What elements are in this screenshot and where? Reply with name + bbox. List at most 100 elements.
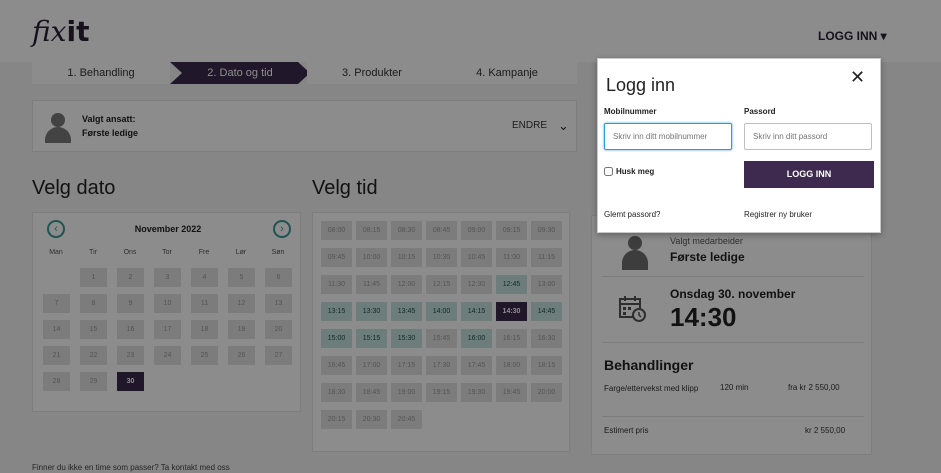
time-slot: 11:30 (321, 275, 352, 294)
forgot-password-link[interactable]: Glemt passord? (604, 210, 660, 219)
time-slot: 19:45 (496, 383, 527, 402)
time-slot: 16:45 (321, 356, 352, 375)
summary-employee-name: Første ledige (670, 250, 745, 264)
time-slot: 18:15 (531, 356, 562, 375)
time-slot: 19:30 (461, 383, 492, 402)
time-slot: 20:45 (391, 410, 422, 429)
fixit-logo[interactable]: fixit (32, 16, 89, 48)
time-slot: 16:15 (496, 329, 527, 348)
time-slot[interactable]: 14:15 (461, 302, 492, 321)
time-slot: 08:30 (391, 221, 422, 240)
person-icon (622, 236, 648, 270)
calendar-day: 8 (80, 294, 107, 313)
time-slot[interactable]: 12:45 (496, 275, 527, 294)
calendar-day: 5 (228, 268, 255, 287)
time-slot: 10:45 (461, 248, 492, 267)
time-heading: Velg tid (312, 177, 378, 199)
booking-steps: 1. Behandling 2. Dato og tid 3. Produkte… (32, 62, 577, 84)
calendar-clock-icon (619, 296, 646, 322)
step-produkter[interactable]: 3. Produkter (307, 62, 437, 84)
login-title: Logg inn (606, 75, 676, 95)
login-dialog: Logg inn ✕ Mobilnummer Passord Husk meg … (597, 58, 881, 233)
step-kampanje[interactable]: 4. Kampanje (437, 62, 577, 84)
calendar-day: 11 (191, 294, 218, 313)
divider (602, 276, 864, 277)
time-slot: 17:30 (426, 356, 457, 375)
calendar-day: 10 (154, 294, 181, 313)
calendar-day: 27 (265, 346, 292, 365)
summary-date: Onsdag 30. november (670, 287, 796, 301)
time-slot: 20:00 (531, 383, 562, 402)
step-behandling[interactable]: 1. Behandling (32, 62, 170, 84)
time-slot: 20:15 (321, 410, 352, 429)
phone-input[interactable] (604, 123, 732, 150)
time-slot: 18:30 (321, 383, 352, 402)
time-slot-selected[interactable]: 14:30 (496, 302, 527, 321)
time-slot[interactable]: 14:45 (531, 302, 562, 321)
calendar-day: 24 (154, 346, 181, 365)
time-slot: 17:45 (461, 356, 492, 375)
time-slot[interactable]: 16:00 (461, 329, 492, 348)
calendar-day-selected[interactable]: 30 (117, 372, 144, 391)
time-slot: 13:00 (531, 275, 562, 294)
calendar-day: 14 (43, 320, 70, 339)
login-submit-button[interactable]: LOGG INN (744, 161, 874, 188)
time-slot: 09:45 (321, 248, 352, 267)
time-slot: 11:15 (531, 248, 562, 267)
time-slot[interactable]: 15:00 (321, 329, 352, 348)
calendar-day: 28 (43, 372, 70, 391)
time-slot: 15:45 (426, 329, 457, 348)
time-slot[interactable]: 13:15 (321, 302, 352, 321)
register-link[interactable]: Registrer ny bruker (744, 210, 812, 219)
calendar-day: 19 (228, 320, 255, 339)
time-slot: 20:30 (356, 410, 387, 429)
booking-summary: Valgt medarbeider Første ledige Onsdag 3… (591, 215, 872, 455)
remember-me-label: Husk meg (616, 167, 655, 176)
next-month-icon[interactable]: › (273, 220, 291, 238)
time-slot[interactable]: 15:30 (391, 329, 422, 348)
calendar-day: 16 (117, 320, 144, 339)
selected-employee-box: Valgt ansatt: Første ledige ENDRE ⌄ (32, 100, 577, 152)
calendar-day: 4 (191, 268, 218, 287)
time-slot[interactable]: 15:15 (356, 329, 387, 348)
weekday-label: Fre (198, 249, 210, 256)
calendar-day: 7 (43, 294, 70, 313)
password-input[interactable] (744, 123, 872, 150)
calendar-day: 17 (154, 320, 181, 339)
time-slot[interactable]: 14:00 (426, 302, 457, 321)
close-icon[interactable]: ✕ (850, 67, 865, 88)
time-slot: 16:30 (531, 329, 562, 348)
change-employee-button[interactable]: ENDRE (512, 120, 547, 131)
employee-label: Valgt ansatt: (82, 114, 136, 124)
time-slot: 19:15 (426, 383, 457, 402)
step-dato-og-tid[interactable]: 2. Dato og tid (170, 62, 310, 84)
time-slot: 08:45 (426, 221, 457, 240)
site-header: fixit LOGG INN ▾ (0, 0, 941, 62)
time-slot[interactable]: 13:30 (356, 302, 387, 321)
time-slot: 12:00 (391, 275, 422, 294)
time-slot: 18:00 (496, 356, 527, 375)
login-menu-link[interactable]: LOGG INN ▾ (818, 29, 887, 43)
remember-me-checkbox[interactable]: Husk meg (604, 167, 654, 176)
calendar-month: November 2022 (134, 224, 202, 234)
phone-label: Mobilnummer (604, 107, 657, 116)
time-slot[interactable]: 13:45 (391, 302, 422, 321)
calendar-day: 20 (265, 320, 292, 339)
calendar-day: 13 (265, 294, 292, 313)
time-slot-grid: 08:00 08:15 08:30 08:45 09:00 09:15 09:30 09:45… (312, 212, 570, 452)
contact-note: Finner du ikke en time som passer? Ta ko… (32, 463, 230, 472)
treatment-duration: 120 min (720, 383, 749, 392)
remember-me-box[interactable] (604, 167, 613, 176)
calendar-day: 25 (191, 346, 218, 365)
time-slot: 09:15 (496, 221, 527, 240)
previous-month-icon[interactable]: ‹ (47, 220, 65, 238)
calendar-day: 6 (265, 268, 292, 287)
time-slot: 09:00 (461, 221, 492, 240)
divider (602, 416, 864, 417)
calendar-day: 29 (80, 372, 107, 391)
chevron-down-icon[interactable]: ⌄ (558, 118, 569, 134)
calendar-day: 18 (191, 320, 218, 339)
weekday-label: Tor (162, 249, 172, 256)
treatment-price: fra kr 2 550,00 (788, 383, 840, 392)
time-slot: 11:00 (496, 248, 527, 267)
